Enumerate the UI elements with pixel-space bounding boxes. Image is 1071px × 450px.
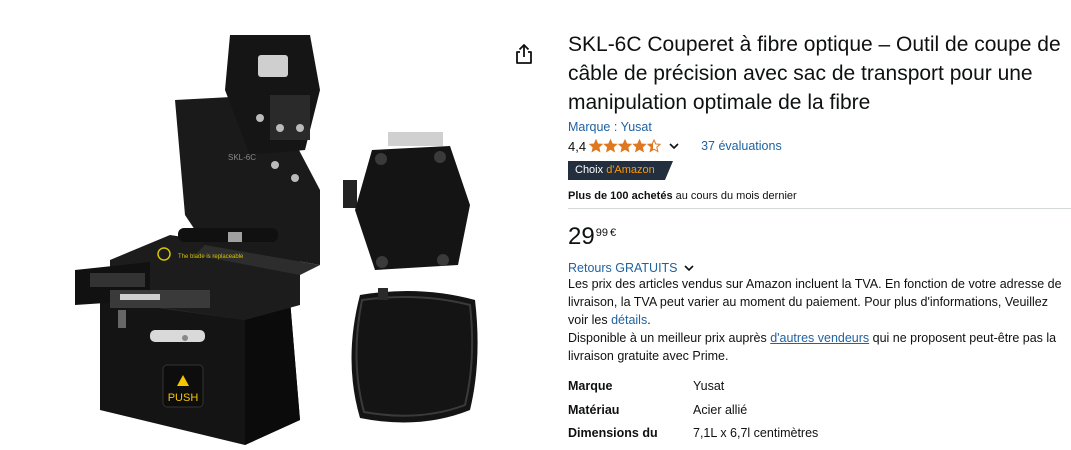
other-sellers-link[interactable]: d'autres vendeurs bbox=[770, 331, 869, 345]
ratings-count-link[interactable]: 37 évaluations bbox=[701, 139, 782, 153]
details-link[interactable]: détails bbox=[611, 313, 647, 327]
push-label: PUSH bbox=[168, 392, 199, 404]
star-rating[interactable] bbox=[589, 139, 681, 153]
chevron-down-icon bbox=[683, 265, 694, 272]
price-symbol: € bbox=[609, 227, 617, 239]
price-whole: 29 bbox=[568, 223, 595, 250]
tax-info: Les prix des articles vendus sur Amazon … bbox=[568, 275, 1071, 329]
spec-key: Marque bbox=[568, 379, 613, 393]
rating-row: 4,4 37 évaluations bbox=[568, 136, 1071, 156]
spec-value: Acier allié bbox=[693, 402, 748, 417]
share-icon[interactable] bbox=[512, 42, 536, 68]
amazon-choice-badge: Choix d'Amazon bbox=[568, 161, 673, 180]
spec-value: Yusat bbox=[693, 379, 725, 393]
brand-link[interactable]: Marque : Yusat bbox=[568, 118, 1071, 136]
badge-accent: d'Amazon bbox=[606, 164, 655, 176]
product-title-line: manipulation optimale de la fibre bbox=[568, 91, 871, 114]
product-image[interactable]: PUSH SKL-6C The blade is replaceable bbox=[0, 0, 500, 450]
bought-count: Plus de 100 achetés au cours du mois der… bbox=[568, 190, 1071, 202]
spec-value: 7,1L x 6,7l centimètres bbox=[693, 426, 819, 440]
product-photo: PUSH SKL-6C The blade is replaceable bbox=[75, 35, 478, 445]
spec-key: Matériau bbox=[568, 402, 620, 417]
other-prefix: Disponible à un meilleur prix auprès bbox=[568, 331, 771, 345]
product-title: SKL-6C Couperet à fibre optique – Outil … bbox=[568, 30, 1071, 117]
rating-value: 4,4 bbox=[568, 138, 587, 154]
spec-row: Marque Yusat bbox=[568, 379, 1071, 403]
blade-note: The blade is replaceable bbox=[178, 254, 244, 260]
tax-end: . bbox=[647, 313, 651, 327]
divider bbox=[568, 208, 1071, 209]
product-title-line: SKL-6C Couperet à fibre optique – Outil … bbox=[568, 33, 1061, 56]
product-info: SKL-6C Couperet à fibre optique – Outil … bbox=[568, 30, 1071, 450]
spec-key: Dimensions du bbox=[568, 426, 658, 440]
spec-row: Dimensions du 7,1L x 6,7l centimètres bbox=[568, 426, 1071, 450]
stars-icon bbox=[589, 139, 662, 153]
model-label: SKL-6C bbox=[228, 153, 256, 162]
free-returns-link[interactable]: Retours GRATUITS bbox=[568, 261, 1071, 275]
other-sellers-info: Disponible à un meilleur prix auprès d'a… bbox=[568, 329, 1071, 365]
badge-prefix: Choix bbox=[575, 164, 604, 176]
bought-rest: au cours du mois dernier bbox=[672, 190, 797, 202]
price-fraction: 99 bbox=[595, 227, 608, 239]
spec-row: Matériau Acier allié bbox=[568, 403, 1071, 427]
bought-bold: Plus de 100 achetés bbox=[568, 190, 673, 202]
returns-label: Retours GRATUITS bbox=[568, 261, 678, 275]
spec-table: Marque Yusat Matériau Acier allié Dimens… bbox=[568, 379, 1071, 450]
price: 29 99 € bbox=[568, 225, 1071, 249]
product-title-line: câble de précision avec sac de transport… bbox=[568, 62, 1033, 85]
chevron-down-icon[interactable] bbox=[667, 139, 681, 153]
